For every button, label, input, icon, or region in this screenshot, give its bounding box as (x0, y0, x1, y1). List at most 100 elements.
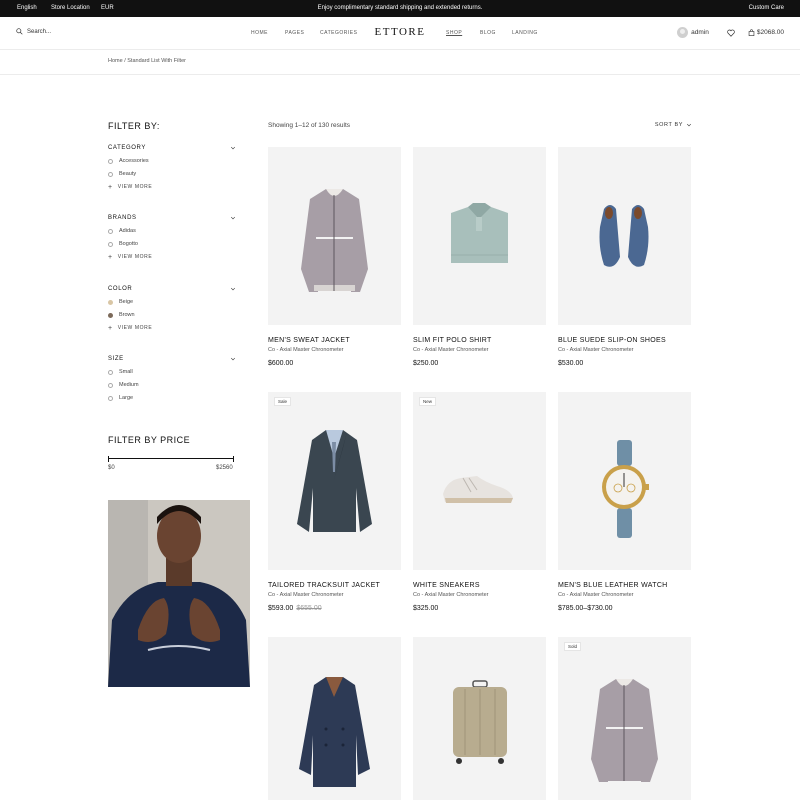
product-name[interactable]: MEN'S SWEAT JACKET (268, 337, 401, 344)
price-slider[interactable] (108, 456, 234, 462)
product-card[interactable]: SLIM FIT POLO SHIRT Co - Axial Master Ch… (413, 147, 546, 367)
product-image[interactable] (268, 147, 401, 325)
price-filter-title: FILTER BY PRICE (108, 435, 191, 445)
cart-total: $2068.00 (756, 29, 784, 36)
promo-image[interactable] (108, 500, 250, 687)
radio[interactable] (108, 228, 113, 234)
product-name[interactable]: MEN'S BLUE LEATHER WATCH (558, 582, 691, 589)
view-more-label: VIEW MORE (117, 325, 153, 331)
filter-option[interactable]: Medium (108, 382, 236, 388)
radio[interactable] (108, 158, 113, 164)
product-image[interactable] (558, 147, 691, 325)
filter-group-label: COLOR (108, 286, 133, 292)
custom-care-link[interactable]: Custom Care (749, 5, 784, 11)
price-current: $593.00 (268, 605, 294, 612)
avatar[interactable] (677, 27, 689, 38)
polo-shirt-illustration (451, 203, 508, 263)
user-name[interactable]: admin (691, 29, 709, 36)
chevron-down-icon (230, 216, 236, 220)
filter-group-category: CATEGORY Accessories Beauty + VIEW MORE (108, 145, 236, 191)
product-image[interactable] (558, 392, 691, 570)
filter-option-label: Adidas (119, 228, 136, 234)
product-card[interactable] (268, 637, 401, 800)
product-price: $600.00 (268, 360, 401, 367)
slider-handle-min[interactable] (108, 456, 109, 462)
filter-group-label: SIZE (108, 356, 124, 362)
filter-option-label: Beauty (119, 171, 137, 177)
filter-option-label: Medium (119, 382, 139, 388)
plus-icon: + (108, 253, 113, 261)
filter-option[interactable]: Beauty (108, 171, 236, 177)
sweat-jacket-illustration (591, 679, 658, 782)
product-image[interactable] (413, 147, 546, 325)
price-current: $530.00 (558, 360, 584, 367)
product-name[interactable]: TAILORED TRACKSUIT JACKET (268, 582, 401, 589)
product-card[interactable]: New WHITE SNEAKERS Co - Axial Master Chr… (413, 392, 546, 612)
product-image[interactable]: New (413, 392, 546, 570)
product-brand: Co - Axial Master Chronometer (268, 347, 344, 353)
product-image[interactable] (413, 637, 546, 800)
shoes-illustration (599, 205, 649, 267)
filter-option[interactable]: Accessories (108, 158, 236, 164)
filter-group-header[interactable]: COLOR (108, 286, 236, 292)
view-more-button[interactable]: + VIEW MORE (108, 325, 236, 332)
filter-option[interactable]: Adidas (108, 228, 236, 234)
filter-option-label: Large (119, 395, 134, 401)
product-image[interactable]: Sale (268, 392, 401, 570)
view-more-button[interactable]: + VIEW MORE (108, 184, 236, 191)
radio[interactable] (108, 241, 113, 247)
sort-label: SORT BY (654, 122, 683, 128)
product-card[interactable]: Sale TAILORED TRACKSUIT JACKET Co - Axia… (268, 392, 401, 612)
product-image[interactable] (268, 637, 401, 800)
radio[interactable] (108, 369, 113, 375)
product-card[interactable] (413, 637, 546, 800)
filter-group-label: BRANDS (108, 215, 137, 221)
cart-button[interactable]: $2068.00 (748, 29, 784, 36)
slider-handle-max[interactable] (233, 456, 234, 462)
filter-group-header[interactable]: CATEGORY (108, 145, 236, 151)
price-original: $655.00 (296, 605, 322, 612)
product-price: $325.00 (413, 605, 546, 612)
heart-icon[interactable] (727, 29, 735, 37)
product-name[interactable]: BLUE SUEDE SLIP-ON SHOES (558, 337, 691, 344)
new-badge: New (419, 397, 437, 406)
sale-badge: Sale (274, 397, 292, 406)
sold-badge: Sold (564, 642, 582, 651)
color-swatch[interactable] (108, 312, 113, 318)
product-card[interactable]: Sold (558, 637, 691, 800)
filter-group-header[interactable]: BRANDS (108, 215, 236, 221)
view-more-button[interactable]: + VIEW MORE (108, 253, 236, 261)
price-current: $325.00 (413, 605, 439, 612)
filter-group-color: COLOR Beige Brown + VIEW MORE (108, 286, 236, 332)
sneakers-illustration (443, 476, 513, 503)
filter-title: FILTER BY: (108, 121, 160, 131)
product-name[interactable]: SLIM FIT POLO SHIRT (413, 337, 546, 344)
product-name[interactable]: WHITE SNEAKERS (413, 582, 546, 589)
color-swatch[interactable] (108, 299, 113, 305)
filter-option[interactable]: Brown (108, 312, 236, 318)
price-max: $2560 (216, 465, 233, 471)
product-card[interactable]: MEN'S SWEAT JACKET Co - Axial Master Chr… (268, 147, 401, 367)
product-card[interactable]: MEN'S BLUE LEATHER WATCH Co - Axial Mast… (558, 392, 691, 612)
price-current: $785.00–$730.00 (558, 605, 613, 612)
filter-option[interactable]: Large (108, 395, 236, 401)
sort-dropdown[interactable]: SORT BY (655, 122, 692, 128)
tracksuit-jacket-illustration (297, 430, 372, 532)
breadcrumb-home[interactable]: Home (108, 58, 123, 64)
filter-option[interactable]: Bogotto (108, 241, 236, 247)
radio[interactable] (108, 171, 113, 177)
filter-group-brands: BRANDS Adidas Bogotto + VIEW MORE (108, 215, 236, 261)
site-header: Search... HOME PAGES CATEGORIES SHOP BLO… (0, 17, 800, 50)
filter-option[interactable]: Small (108, 369, 236, 375)
radio[interactable] (108, 395, 113, 401)
product-card[interactable]: BLUE SUEDE SLIP-ON SHOES Co - Axial Mast… (558, 147, 691, 367)
product-image[interactable]: Sold (558, 637, 691, 800)
filter-option-label: Bogotto (119, 241, 138, 247)
filter-option[interactable]: Beige (108, 299, 236, 305)
breadcrumb-separator: / (124, 58, 126, 64)
suitcase-illustration (453, 680, 507, 764)
radio[interactable] (108, 382, 113, 388)
product-brand: Co - Axial Master Chronometer (558, 347, 634, 353)
slider-track (108, 458, 234, 459)
filter-group-header[interactable]: SIZE (108, 356, 236, 362)
